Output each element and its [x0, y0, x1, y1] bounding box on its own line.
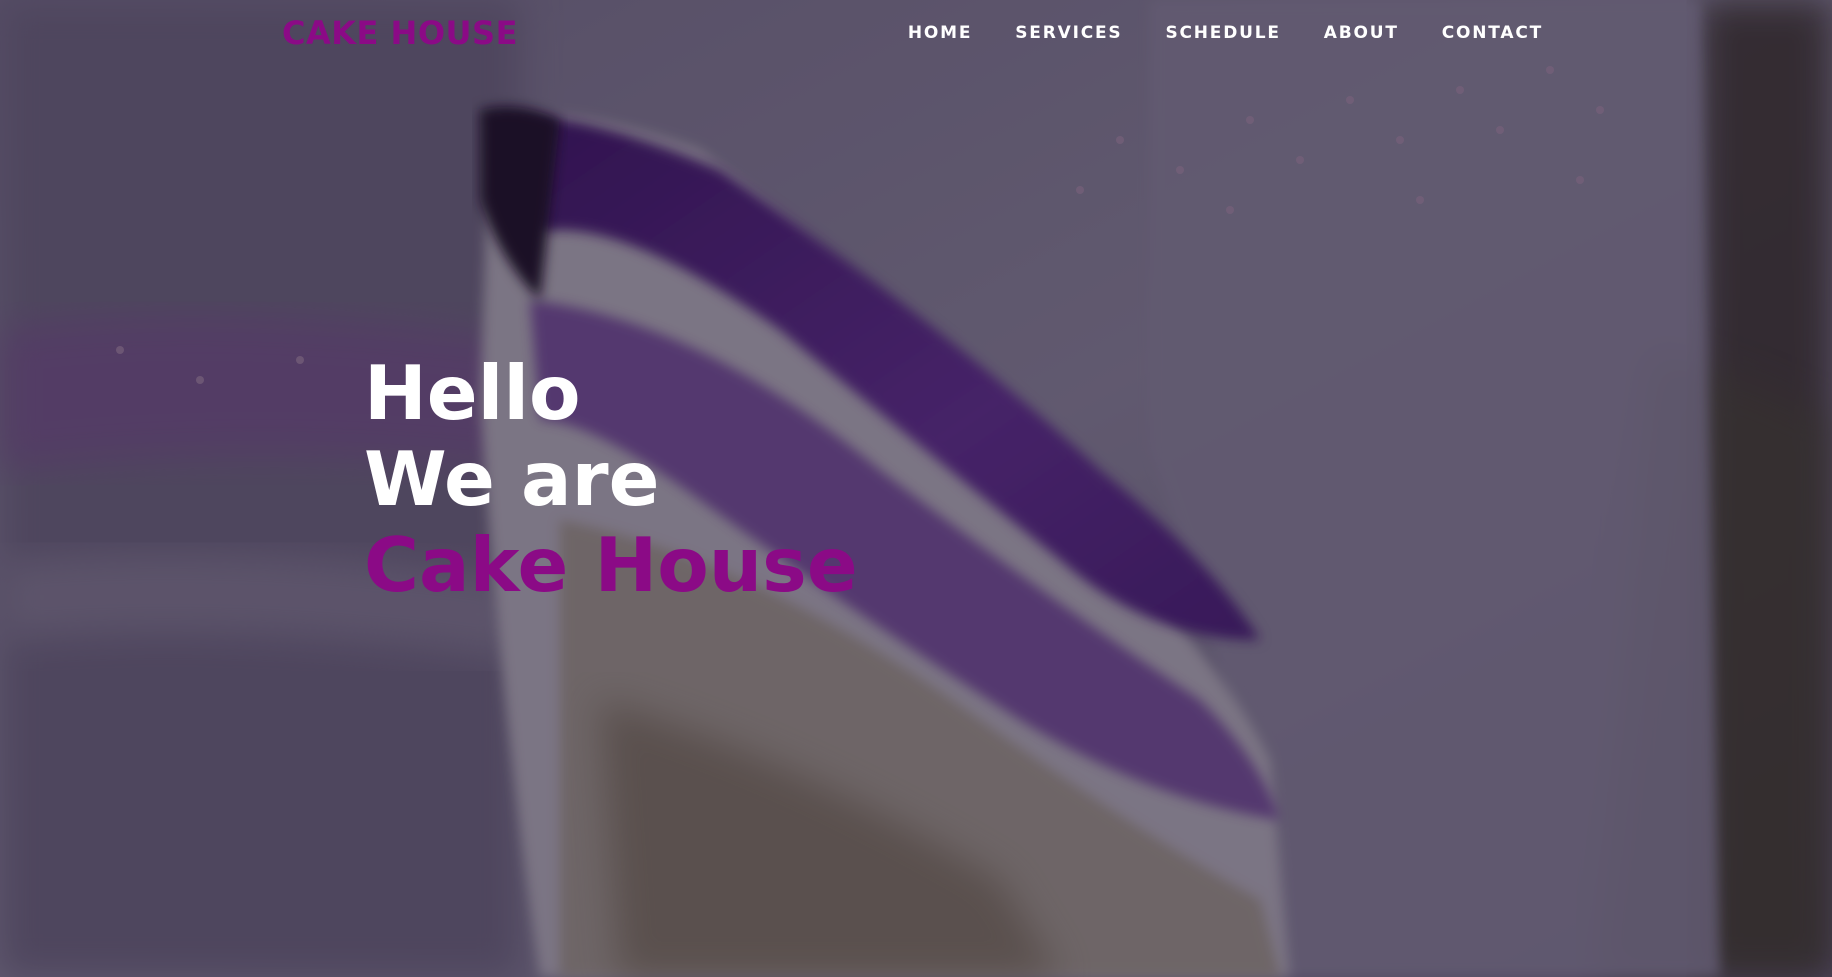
nav-item-home: HOME: [908, 23, 972, 43]
hero-headline: Hello We are Cake House: [364, 350, 858, 608]
nav-item-schedule: SCHEDULE: [1165, 23, 1280, 43]
nav-item-services: SERVICES: [1015, 23, 1122, 43]
nav-item-about: ABOUT: [1324, 23, 1399, 43]
nav-item-contact: CONTACT: [1442, 23, 1543, 43]
hero-section: CAKE HOUSE HOME SERVICES SCHEDULE ABOUT …: [0, 0, 1832, 977]
top-navbar: CAKE HOUSE HOME SERVICES SCHEDULE ABOUT …: [0, 0, 1832, 70]
headline-line-we-are: We are: [364, 435, 660, 523]
nav-link-services[interactable]: SERVICES: [1015, 23, 1122, 43]
dark-overlay: [0, 0, 1832, 977]
nav-link-about[interactable]: ABOUT: [1324, 23, 1399, 43]
nav-menu: HOME SERVICES SCHEDULE ABOUT CONTACT: [908, 23, 1543, 43]
brand-logo[interactable]: CAKE HOUSE: [282, 14, 518, 52]
nav-link-schedule[interactable]: SCHEDULE: [1165, 23, 1280, 43]
headline-line-brand: Cake House: [364, 521, 858, 609]
headline-line-hello: Hello: [364, 349, 581, 437]
nav-link-contact[interactable]: CONTACT: [1442, 23, 1543, 43]
nav-link-home[interactable]: HOME: [908, 23, 972, 43]
